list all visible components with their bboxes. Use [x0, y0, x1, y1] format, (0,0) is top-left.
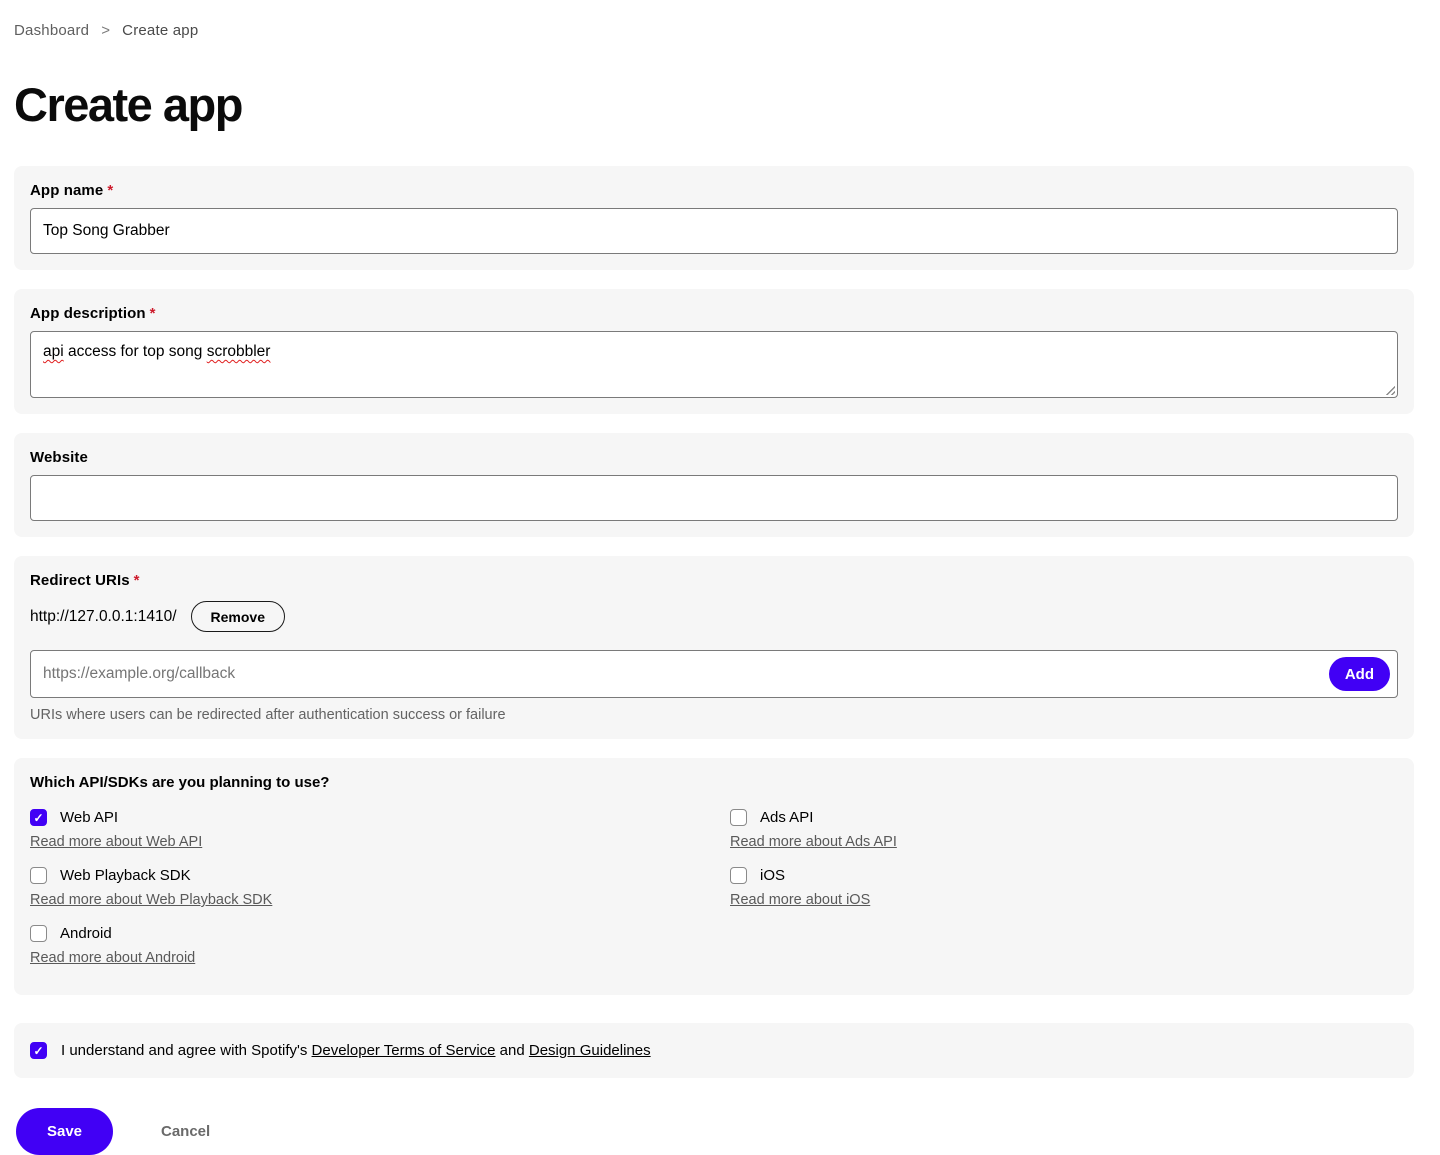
- page-title: Create app: [14, 78, 243, 131]
- checkbox-row-ads-api[interactable]: ✓ Ads API: [730, 809, 1398, 826]
- checkbox-row-web-api[interactable]: ✓ Web API: [30, 809, 730, 826]
- add-uri-button[interactable]: Add: [1328, 657, 1390, 691]
- breadcrumb: Dashboard > Create app: [14, 22, 1414, 39]
- api-sdk-heading: Which API/SDKs are you planning to use?: [30, 774, 330, 791]
- checkbox-row-ios[interactable]: ✓ iOS: [730, 867, 1398, 884]
- terms-row: ✓ I understand and agree with Spotify's …: [30, 1042, 1398, 1059]
- description-text: access for top song: [63, 343, 207, 360]
- checkbox-row-android[interactable]: ✓ Android: [30, 925, 730, 942]
- android-checkbox[interactable]: ✓: [30, 925, 47, 942]
- cancel-button[interactable]: Cancel: [161, 1123, 210, 1140]
- checkmark-icon: ✓: [33, 810, 44, 825]
- api-sdk-section: Which API/SDKs are you planning to use? …: [14, 758, 1414, 995]
- app-description-section: App description * api access for top song…: [14, 289, 1414, 414]
- read-more-ios-link[interactable]: Read more about iOS: [730, 892, 870, 908]
- create-app-page: Dashboard > Create app Create app App na…: [0, 0, 1440, 1155]
- read-more-ads-api-link[interactable]: Read more about Ads API: [730, 834, 897, 850]
- checkmark-icon: ✓: [33, 1043, 44, 1058]
- redirect-uris-label: Redirect URIs *: [30, 572, 140, 589]
- api-sdk-column-left: ✓ Web API Read more about Web API ✓ Web …: [30, 805, 730, 979]
- app-name-section: App name *: [14, 166, 1414, 270]
- checkbox-label: iOS: [760, 867, 786, 884]
- terms-section: ✓ I understand and agree with Spotify's …: [14, 1023, 1414, 1078]
- website-input[interactable]: [30, 475, 1398, 521]
- terms-text: I understand and agree with Spotify's De…: [61, 1042, 651, 1059]
- developer-terms-link[interactable]: Developer Terms of Service: [312, 1042, 496, 1059]
- misspelled-word: scrobbler: [206, 343, 271, 360]
- redirect-uris-helper: URIs where users can be redirected after…: [30, 707, 506, 723]
- required-asterisk: *: [107, 182, 114, 199]
- required-asterisk: *: [133, 572, 140, 589]
- website-section: Website: [14, 433, 1414, 537]
- remove-uri-button[interactable]: Remove: [190, 601, 285, 632]
- api-sdk-column-right: ✓ Ads API Read more about Ads API ✓ iOS …: [730, 805, 1398, 979]
- web-api-checkbox[interactable]: ✓: [30, 809, 47, 826]
- web-playback-sdk-checkbox[interactable]: ✓: [30, 867, 47, 884]
- app-name-input[interactable]: [30, 208, 1398, 254]
- design-guidelines-link[interactable]: Design Guidelines: [529, 1042, 651, 1059]
- redirect-uris-section: Redirect URIs * http://127.0.0.1:1410/ Re…: [14, 556, 1414, 739]
- breadcrumb-create-app[interactable]: Create app: [122, 22, 198, 39]
- redirect-uri-input[interactable]: [30, 650, 1398, 698]
- app-description-textarea[interactable]: api access for top song scrobbler: [30, 331, 1398, 398]
- app-description-label: App description *: [30, 305, 156, 322]
- redirect-uri-value: http://127.0.0.1:1410/: [30, 607, 177, 625]
- checkbox-row-web-playback-sdk[interactable]: ✓ Web Playback SDK: [30, 867, 730, 884]
- read-more-web-playback-sdk-link[interactable]: Read more about Web Playback SDK: [30, 892, 272, 908]
- checkbox-label: Web Playback SDK: [60, 867, 191, 884]
- website-label: Website: [30, 449, 88, 466]
- misspelled-word: api: [43, 343, 64, 360]
- read-more-android-link[interactable]: Read more about Android: [30, 950, 195, 966]
- app-name-label: App name *: [30, 182, 114, 199]
- chevron-right-icon: >: [101, 22, 111, 39]
- ios-checkbox[interactable]: ✓: [730, 867, 747, 884]
- checkbox-label: Web API: [60, 809, 119, 826]
- read-more-web-api-link[interactable]: Read more about Web API: [30, 834, 202, 850]
- api-sdk-grid: ✓ Web API Read more about Web API ✓ Web …: [30, 805, 1398, 979]
- checkbox-label: Android: [60, 925, 112, 942]
- ads-api-checkbox[interactable]: ✓: [730, 809, 747, 826]
- terms-checkbox[interactable]: ✓: [30, 1042, 47, 1059]
- resize-handle-icon[interactable]: [1384, 384, 1395, 395]
- redirect-uri-row: http://127.0.0.1:1410/ Remove: [30, 601, 1398, 632]
- breadcrumb-dashboard[interactable]: Dashboard: [14, 22, 89, 39]
- required-asterisk: *: [149, 305, 156, 322]
- redirect-uri-input-wrap: Add: [30, 650, 1398, 698]
- checkbox-label: Ads API: [760, 809, 814, 826]
